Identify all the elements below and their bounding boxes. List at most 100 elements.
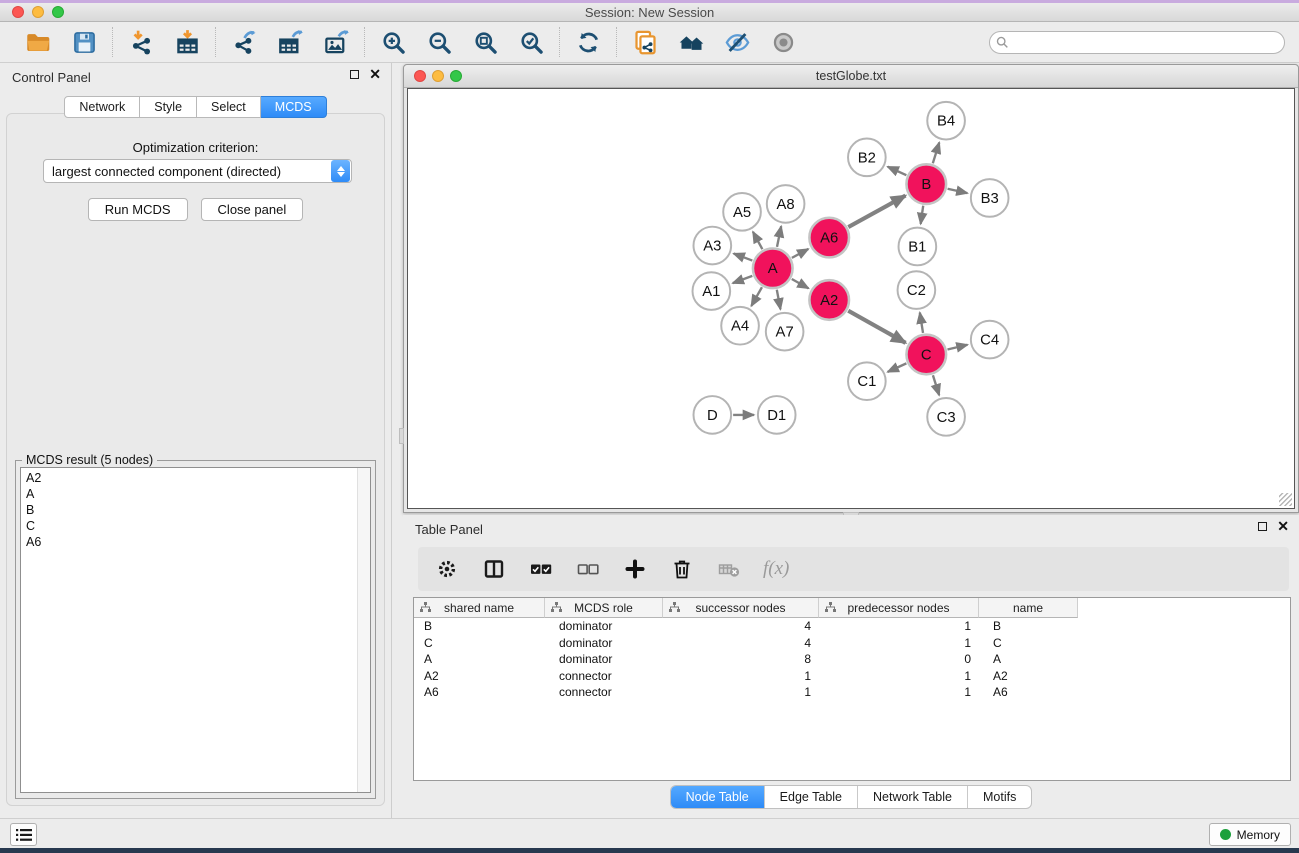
graph-node-A6[interactable]: A6: [809, 218, 849, 258]
search-input[interactable]: [989, 31, 1285, 54]
copy-network-icon[interactable]: [631, 28, 659, 56]
graph-node-B1[interactable]: B1: [899, 228, 937, 266]
zoom-fit-icon[interactable]: [471, 28, 499, 56]
select-all-icon[interactable]: [528, 556, 554, 582]
table-cell[interactable]: A2: [979, 669, 1078, 683]
table-row[interactable]: Cdominator41C: [414, 635, 1290, 652]
graph-node-A2[interactable]: A2: [809, 280, 849, 320]
export-network-icon[interactable]: [230, 28, 258, 56]
mcds-result-item[interactable]: A6: [26, 534, 370, 550]
table-cell[interactable]: C: [414, 636, 545, 650]
table-cell[interactable]: B: [979, 619, 1078, 633]
task-history-button[interactable]: [10, 823, 37, 846]
graph-node-D[interactable]: D: [694, 396, 732, 434]
graph-edge-A-A7[interactable]: [777, 290, 781, 310]
table-cell[interactable]: C: [979, 636, 1078, 650]
tab-edge-table[interactable]: Edge Table: [764, 786, 857, 808]
hide-graphics-details-icon[interactable]: [723, 28, 751, 56]
graph-node-A4[interactable]: A4: [721, 307, 759, 345]
graph-edge-C-C1[interactable]: [888, 363, 907, 372]
graph-node-B[interactable]: B: [906, 164, 946, 204]
graph-edge-B-B2[interactable]: [888, 167, 907, 176]
column-header-successor-nodes[interactable]: successor nodes: [663, 598, 819, 618]
eye-icon[interactable]: [769, 28, 797, 56]
delete-column-icon[interactable]: [669, 556, 695, 582]
mcds-result-item[interactable]: B: [26, 502, 370, 518]
mcds-result-item[interactable]: C: [26, 518, 370, 534]
graph-node-C3[interactable]: C3: [927, 398, 965, 436]
run-mcds-button[interactable]: Run MCDS: [88, 198, 188, 221]
table-cell[interactable]: dominator: [545, 652, 663, 666]
graph-edge-A-A3[interactable]: [734, 254, 753, 261]
table-row[interactable]: A6connector11A6: [414, 684, 1290, 701]
export-table-icon[interactable]: [276, 28, 304, 56]
graph-edge-B-B1[interactable]: [921, 206, 924, 224]
function-builder-icon[interactable]: f(x): [763, 558, 789, 580]
import-table-icon[interactable]: [173, 28, 201, 56]
tab-motifs[interactable]: Motifs: [967, 786, 1031, 808]
table-cell[interactable]: connector: [545, 685, 663, 699]
mcds-result-item[interactable]: A: [26, 486, 370, 502]
table-cell[interactable]: 4: [663, 619, 819, 633]
save-session-icon[interactable]: [70, 28, 98, 56]
graph-edge-A-A4[interactable]: [751, 287, 762, 306]
tab-select[interactable]: Select: [197, 96, 261, 118]
graph-edge-A2-C[interactable]: [848, 311, 905, 343]
close-panel-button[interactable]: Close panel: [201, 198, 304, 221]
tab-network-table[interactable]: Network Table: [857, 786, 967, 808]
add-column-icon[interactable]: [622, 556, 648, 582]
table-row[interactable]: Adominator80A: [414, 651, 1290, 668]
graph-edge-C-C2[interactable]: [920, 313, 923, 333]
table-cell[interactable]: connector: [545, 669, 663, 683]
resize-grip-icon[interactable]: [1279, 493, 1292, 506]
float-panel-icon[interactable]: [350, 70, 359, 79]
export-image-icon[interactable]: [322, 28, 350, 56]
zoom-in-icon[interactable]: [379, 28, 407, 56]
graph-edge-A-A2[interactable]: [792, 279, 809, 288]
zoom-out-icon[interactable]: [425, 28, 453, 56]
table-cell[interactable]: A: [414, 652, 545, 666]
graph-node-A[interactable]: A: [753, 248, 793, 288]
graph-edge-C-C4[interactable]: [947, 345, 967, 350]
graph-edge-B-B3[interactable]: [948, 189, 968, 193]
graph-edge-B-B4[interactable]: [933, 142, 939, 163]
graph-node-C1[interactable]: C1: [848, 362, 886, 400]
node-table[interactable]: shared nameMCDS rolesuccessor nodesprede…: [413, 597, 1291, 781]
delete-table-icon[interactable]: [716, 556, 742, 582]
network-window-titlebar[interactable]: testGlobe.txt: [404, 65, 1298, 88]
home-icon[interactable]: [677, 28, 705, 56]
graph-edge-A-A6[interactable]: [792, 249, 808, 258]
graph-node-A3[interactable]: A3: [694, 227, 732, 265]
deselect-all-icon[interactable]: [575, 556, 601, 582]
table-cell[interactable]: 1: [663, 669, 819, 683]
mcds-result-item[interactable]: A2: [26, 470, 370, 486]
mcds-result-scrollbar[interactable]: [357, 468, 370, 792]
table-cell[interactable]: 1: [819, 669, 979, 683]
table-cell[interactable]: 1: [819, 619, 979, 633]
tab-mcds[interactable]: MCDS: [261, 96, 327, 118]
table-cell[interactable]: A6: [414, 685, 545, 699]
float-panel-icon[interactable]: [1258, 522, 1267, 531]
graph-node-B2[interactable]: B2: [848, 139, 886, 177]
graph-node-B4[interactable]: B4: [927, 102, 965, 140]
tab-network[interactable]: Network: [64, 96, 140, 118]
table-cell[interactable]: A: [979, 652, 1078, 666]
column-header-shared-name[interactable]: shared name: [414, 598, 545, 618]
graph-node-A1[interactable]: A1: [693, 272, 731, 310]
network-canvas[interactable]: B4B2BB3A8A5A6A3B1AA1C2A2A4A7C4CC1C3DD1: [407, 88, 1295, 509]
graph-node-C2[interactable]: C2: [898, 271, 936, 309]
graph-node-A5[interactable]: A5: [723, 193, 761, 231]
open-session-icon[interactable]: [24, 28, 52, 56]
table-cell[interactable]: 1: [819, 636, 979, 650]
import-network-icon[interactable]: [127, 28, 155, 56]
network-graph[interactable]: B4B2BB3A8A5A6A3B1AA1C2A2A4A7C4CC1C3DD1: [408, 89, 1294, 508]
graph-edge-A-A5[interactable]: [753, 232, 762, 249]
graph-edge-A-A8[interactable]: [777, 226, 781, 247]
splitter-handle[interactable]: [399, 428, 404, 444]
table-cell[interactable]: 1: [663, 685, 819, 699]
tab-node-table[interactable]: Node Table: [671, 786, 764, 808]
column-header-name[interactable]: name: [979, 598, 1078, 618]
table-row[interactable]: Bdominator41B: [414, 618, 1290, 635]
table-cell[interactable]: A6: [979, 685, 1078, 699]
graph-node-C4[interactable]: C4: [971, 321, 1009, 359]
